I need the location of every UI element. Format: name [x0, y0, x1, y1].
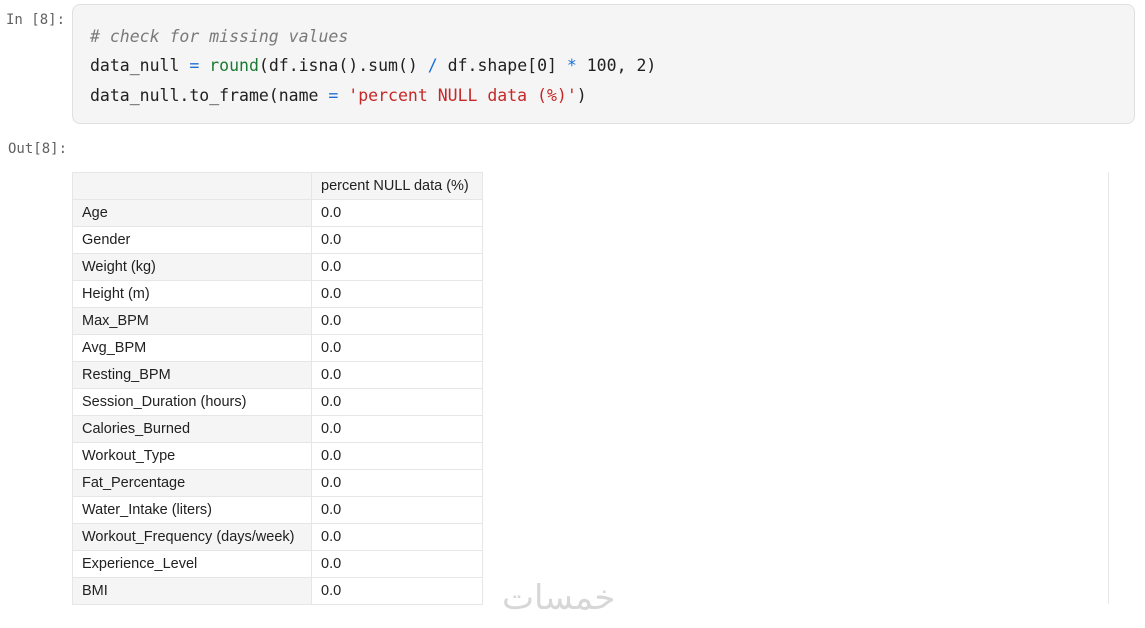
code-token: 100: [576, 56, 617, 75]
row-index-label: Height (m): [72, 280, 312, 308]
code-line-to-frame: data_null.to_frame(name = 'percent NULL …: [90, 86, 587, 105]
code-token: round: [209, 56, 259, 75]
output-prompt: Out[8]:: [8, 141, 68, 157]
row-value-cell: 0.0: [311, 496, 483, 524]
row-index-label: Age: [72, 199, 312, 227]
code-token: ): [576, 86, 587, 105]
table-row: Experience_Level 0.0: [72, 550, 483, 578]
table-row: Fat_Percentage 0.0: [72, 469, 483, 497]
row-index-label: Max_BPM: [72, 307, 312, 335]
code-line-assignment: data_null = round(df.isna().sum() / df.s…: [90, 56, 656, 75]
row-index-label: Calories_Burned: [72, 415, 312, 443]
code-token: =: [189, 56, 200, 75]
row-value-cell: 0.0: [311, 523, 483, 551]
row-index-label: Session_Duration (hours): [72, 388, 312, 416]
row-value-cell: 0.0: [311, 226, 483, 254]
row-index-label: Workout_Frequency (days/week): [72, 523, 312, 551]
code-token: ,: [616, 56, 637, 75]
row-index-label: Gender: [72, 226, 312, 254]
code-token: data_null: [90, 56, 180, 75]
row-index-label: Workout_Type: [72, 442, 312, 470]
row-index-label: Experience_Level: [72, 550, 312, 578]
code-token: ): [646, 56, 657, 75]
table-row: Age 0.0: [72, 199, 483, 227]
row-value-cell: 0.0: [311, 577, 483, 605]
row-value-cell: 0.0: [311, 442, 483, 470]
table-row: Gender 0.0: [72, 226, 483, 254]
table-header-row: percent NULL data (%): [72, 172, 483, 200]
row-value-cell: 0.0: [311, 253, 483, 281]
column-header: percent NULL data (%): [311, 172, 483, 200]
output-area: percent NULL data (%) Age 0.0 Gender 0.0 Wei…: [72, 172, 483, 605]
code-token: (df.isna().sum(): [258, 56, 428, 75]
code-token: 0: [537, 56, 547, 75]
output-scroll-edge: [1108, 172, 1109, 604]
code-line-comment: # check for missing values: [90, 27, 348, 46]
row-index-label: Water_Intake (liters): [72, 496, 312, 524]
table-row: Height (m) 0.0: [72, 280, 483, 308]
row-index-label: Avg_BPM: [72, 334, 312, 362]
dataframe-table: percent NULL data (%) Age 0.0 Gender 0.0 Wei…: [72, 172, 483, 605]
code-token: 2: [636, 56, 647, 75]
table-row: BMI 0.0: [72, 577, 483, 605]
table-row: Avg_BPM 0.0: [72, 334, 483, 362]
code-token: ]: [547, 56, 567, 75]
code-comment: # check for missing values: [90, 27, 349, 46]
input-prompt: In [8]:: [6, 12, 66, 28]
row-value-cell: 0.0: [311, 361, 483, 389]
table-row: Calories_Burned 0.0: [72, 415, 483, 443]
row-index-label: Weight (kg): [72, 253, 312, 281]
code-token: =: [328, 86, 339, 105]
row-value-cell: 0.0: [311, 280, 483, 308]
code-cell-editor[interactable]: # check for missing values data_null = r…: [72, 4, 1135, 124]
code-string: 'percent NULL data (%)': [348, 86, 577, 105]
row-value-cell: 0.0: [311, 307, 483, 335]
row-value-cell: 0.0: [311, 199, 483, 227]
table-row: Max_BPM 0.0: [72, 307, 483, 335]
row-value-cell: 0.0: [311, 415, 483, 443]
code-token: df.shape[: [437, 56, 538, 75]
row-value-cell: 0.0: [311, 550, 483, 578]
row-value-cell: 0.0: [311, 469, 483, 497]
table-body: Age 0.0 Gender 0.0 Weight (kg) 0.0 Height (m) 0…: [72, 199, 483, 605]
row-index-label: Fat_Percentage: [72, 469, 312, 497]
row-index-label: Resting_BPM: [72, 361, 312, 389]
row-value-cell: 0.0: [311, 334, 483, 362]
table-row: Water_Intake (liters) 0.0: [72, 496, 483, 524]
table-row: Workout_Type 0.0: [72, 442, 483, 470]
row-index-label: BMI: [72, 577, 312, 605]
table-row: Weight (kg) 0.0: [72, 253, 483, 281]
table-row: Session_Duration (hours) 0.0: [72, 388, 483, 416]
row-value-cell: 0.0: [311, 388, 483, 416]
table-row: Resting_BPM 0.0: [72, 361, 483, 389]
code-token: *: [566, 56, 577, 75]
code-token: /: [427, 56, 438, 75]
table-row: Workout_Frequency (days/week) 0.0: [72, 523, 483, 551]
code-token: data_null.to_frame(name: [90, 86, 329, 105]
watermark-logo: خمسات: [502, 578, 616, 618]
index-header-cell: [72, 172, 312, 200]
